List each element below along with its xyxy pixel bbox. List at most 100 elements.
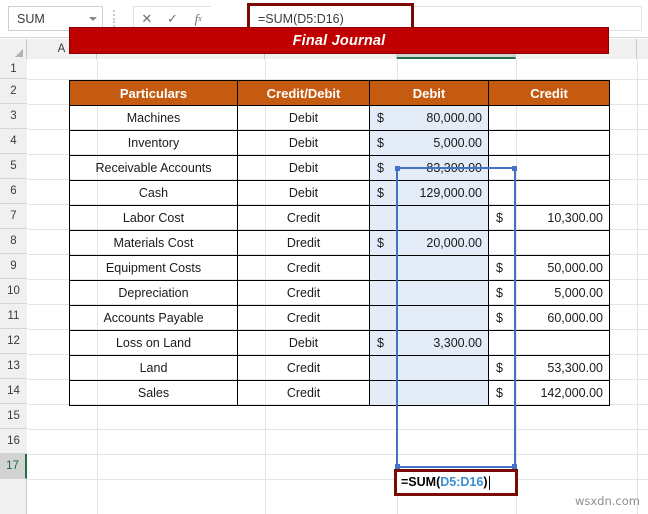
row-header-3[interactable]: 3 <box>0 104 27 129</box>
cell-debit[interactable]: $80,000.00 <box>369 105 489 131</box>
cell-debit[interactable] <box>369 305 489 331</box>
cell-particulars[interactable]: Machines <box>69 105 238 131</box>
column-header-credit-debit[interactable]: Credit/Debit <box>237 80 370 106</box>
currency-symbol: $ <box>377 161 384 175</box>
cell-debit[interactable]: $5,000.00 <box>369 130 489 156</box>
currency-symbol: $ <box>377 236 384 250</box>
cell-credit[interactable]: $142,000.00 <box>488 380 610 406</box>
journal-table: Particulars Credit/Debit Debit Credit Ma… <box>69 80 610 406</box>
cell-debit[interactable]: $20,000.00 <box>369 230 489 256</box>
cell-particulars[interactable]: Receivable Accounts <box>69 155 238 181</box>
cell-credit-debit[interactable]: Debit <box>237 180 370 206</box>
row-header-4[interactable]: 4 <box>0 129 27 154</box>
journal-title-banner: Final Journal <box>69 27 609 54</box>
cell-credit[interactable] <box>488 330 610 356</box>
column-header-credit[interactable]: Credit <box>488 80 610 106</box>
currency-symbol: $ <box>377 186 384 200</box>
row-header-14[interactable]: 14 <box>0 379 27 404</box>
cell-credit[interactable]: $53,300.00 <box>488 355 610 381</box>
table-row: Accounts Payable Credit $60,000.00 <box>69 305 610 331</box>
row-header-15[interactable]: 15 <box>0 404 27 429</box>
gridline-horizontal <box>28 479 648 480</box>
row-header-17[interactable]: 17 <box>0 454 27 479</box>
cell-credit-debit[interactable]: Credit <box>237 255 370 281</box>
column-header-f[interactable] <box>637 39 648 59</box>
gridline-vertical <box>637 59 638 514</box>
formula-suffix: ) <box>483 475 488 490</box>
currency-symbol: $ <box>496 261 503 275</box>
cell-credit[interactable] <box>488 105 610 131</box>
cell-particulars[interactable]: Depreciation <box>69 280 238 306</box>
cell-particulars[interactable]: Materials Cost <box>69 230 238 256</box>
formula-prefix: =SUM( <box>401 475 441 490</box>
cell-debit[interactable]: $83,300.00 <box>369 155 489 181</box>
cell-particulars[interactable]: Cash <box>69 180 238 206</box>
cell-credit[interactable]: $50,000.00 <box>488 255 610 281</box>
cell-credit-debit[interactable]: Credit <box>237 305 370 331</box>
cell-debit[interactable] <box>369 380 489 406</box>
cell-credit-debit[interactable]: Credit <box>237 280 370 306</box>
cell-particulars[interactable]: Sales <box>69 380 238 406</box>
row-header-2[interactable]: 2 <box>0 79 27 104</box>
row-header-9[interactable]: 9 <box>0 254 27 279</box>
cell-credit[interactable]: $60,000.00 <box>488 305 610 331</box>
cell-credit[interactable] <box>488 155 610 181</box>
currency-symbol: $ <box>496 361 503 375</box>
row-header-12[interactable]: 12 <box>0 329 27 354</box>
table-row: Land Credit $53,300.00 <box>69 355 610 381</box>
cell-credit-debit[interactable]: Credit <box>237 355 370 381</box>
row-header-10[interactable]: 10 <box>0 279 27 304</box>
cell-particulars[interactable]: Land <box>69 355 238 381</box>
row-header-column: 1 2 3 4 5 6 7 8 9 10 11 12 13 14 15 16 17 <box>0 59 27 514</box>
row-header-8[interactable]: 8 <box>0 229 27 254</box>
cell-particulars[interactable]: Inventory <box>69 130 238 156</box>
table-row: Loss on Land Debit $3,300.00 <box>69 330 610 356</box>
formula-bar-grip <box>112 10 116 27</box>
cell-credit[interactable] <box>488 230 610 256</box>
cell-credit[interactable] <box>488 180 610 206</box>
formula-input-value: =SUM(D5:D16) <box>258 11 344 26</box>
cell-credit[interactable] <box>488 130 610 156</box>
cell-debit[interactable] <box>369 355 489 381</box>
cell-credit[interactable]: $10,300.00 <box>488 205 610 231</box>
currency-symbol: $ <box>377 136 384 150</box>
cell-credit-debit[interactable]: Dredit <box>237 230 370 256</box>
cell-particulars[interactable]: Labor Cost <box>69 205 238 231</box>
row-header-11[interactable]: 11 <box>0 304 27 329</box>
cell-credit-debit[interactable]: Debit <box>237 105 370 131</box>
cell-credit-debit[interactable]: Credit <box>237 205 370 231</box>
cell-debit[interactable]: $129,000.00 <box>369 180 489 206</box>
cell-debit[interactable] <box>369 280 489 306</box>
cell-credit[interactable]: $5,000.00 <box>488 280 610 306</box>
cell-particulars[interactable]: Accounts Payable <box>69 305 238 331</box>
column-header-particulars[interactable]: Particulars <box>69 80 238 106</box>
table-row: Machines Debit $80,000.00 <box>69 105 610 131</box>
row-header-1[interactable]: 1 <box>0 59 27 79</box>
cell-credit-debit[interactable]: Credit <box>237 380 370 406</box>
cell-particulars[interactable]: Loss on Land <box>69 330 238 356</box>
column-header-debit[interactable]: Debit <box>369 80 489 106</box>
table-row: Equipment Costs Credit $50,000.00 <box>69 255 610 281</box>
cell-debit[interactable]: $3,300.00 <box>369 330 489 356</box>
cell-credit-debit[interactable]: Debit <box>237 155 370 181</box>
active-cell-editor[interactable]: =SUM(D5:D16) <box>394 469 518 496</box>
table-header-row: Particulars Credit/Debit Debit Credit <box>69 80 610 106</box>
cell-credit-debit[interactable]: Debit <box>237 130 370 156</box>
cell-debit[interactable] <box>369 205 489 231</box>
page-title: Final Journal <box>292 32 386 49</box>
row-header-7[interactable]: 7 <box>0 204 27 229</box>
gridline-horizontal <box>28 454 648 455</box>
cell-particulars[interactable]: Equipment Costs <box>69 255 238 281</box>
currency-symbol: $ <box>496 211 503 225</box>
row-header-5[interactable]: 5 <box>0 154 27 179</box>
cell-credit-debit[interactable]: Debit <box>237 330 370 356</box>
cell-debit[interactable] <box>369 255 489 281</box>
watermark: wsxdn.com <box>574 494 640 508</box>
row-header-16[interactable]: 16 <box>0 429 27 454</box>
journal-table-body: Machines Debit $80,000.00 Inventory Debit $5,… <box>69 105 610 406</box>
currency-symbol: $ <box>496 386 503 400</box>
row-header-13[interactable]: 13 <box>0 354 27 379</box>
table-row: Materials Cost Dredit $20,000.00 <box>69 230 610 256</box>
row-header-6[interactable]: 6 <box>0 179 27 204</box>
select-all-corner[interactable] <box>0 39 27 59</box>
